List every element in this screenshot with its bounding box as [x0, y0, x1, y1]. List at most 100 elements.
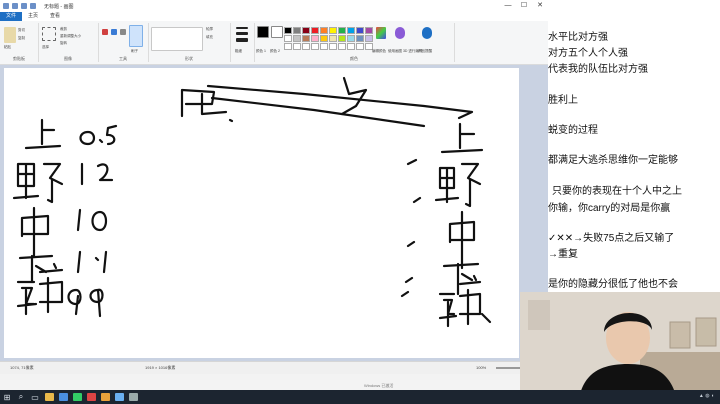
- palette-color[interactable]: [329, 35, 337, 42]
- color1-swatch[interactable]: [257, 26, 269, 38]
- status-bar: 1074, 71像素 1919 × 1016像素 100%: [0, 361, 548, 374]
- activation-notice: Windows 已激活: [364, 383, 394, 388]
- select-icon[interactable]: [42, 27, 56, 41]
- palette-color[interactable]: [365, 35, 373, 42]
- fill-button[interactable]: 填充: [206, 35, 213, 40]
- palette-color[interactable]: [293, 35, 301, 42]
- cut-button[interactable]: 剪切: [18, 28, 25, 33]
- file-menu[interactable]: 文件: [0, 12, 23, 21]
- quick-access-toolbar: [3, 3, 36, 9]
- palette-color[interactable]: [356, 27, 364, 34]
- tab-home[interactable]: 主页: [22, 12, 44, 21]
- system-tray[interactable]: ▲ ◍ ◖: [699, 393, 714, 399]
- start-button[interactable]: ⊞: [0, 390, 14, 404]
- palette-color[interactable]: [329, 43, 337, 50]
- search-icon[interactable]: ⌕: [14, 390, 28, 404]
- top-stroke-mid: [340, 76, 368, 116]
- clipboard-group-label: 剪贴板: [13, 56, 25, 61]
- palette-color[interactable]: [338, 43, 346, 50]
- palette-color[interactable]: [320, 43, 328, 50]
- outline-button[interactable]: 轮廓: [206, 27, 213, 32]
- color2-label: 颜色 2: [270, 49, 280, 53]
- palette-color[interactable]: [356, 43, 364, 50]
- canvas-size: 1919 × 1016像素: [145, 365, 176, 370]
- redo-icon[interactable]: [30, 3, 36, 9]
- paint-taskbar-icon[interactable]: [112, 390, 126, 404]
- copy-button[interactable]: 复制: [18, 36, 25, 41]
- palette-color[interactable]: [311, 27, 319, 34]
- app-icon[interactable]: [98, 390, 112, 404]
- app-icon[interactable]: [70, 390, 84, 404]
- ticks-right: [400, 158, 422, 298]
- palette-color[interactable]: [284, 43, 292, 50]
- minimize-button[interactable]: —: [500, 0, 516, 12]
- paste-icon[interactable]: [4, 27, 16, 43]
- close-button[interactable]: ✕: [532, 0, 548, 12]
- clipboard-group: 粘贴 剪切 复制 剪贴板: [0, 23, 39, 62]
- palette-color[interactable]: [284, 35, 292, 42]
- app-icon[interactable]: [56, 390, 70, 404]
- size-line-medium: [236, 32, 248, 35]
- dot: [228, 118, 234, 123]
- value-1-0: [76, 208, 108, 232]
- pencil-icon[interactable]: [102, 29, 108, 35]
- palette-color[interactable]: [338, 27, 346, 34]
- palette-color[interactable]: [302, 43, 310, 50]
- note-line: 胜利上: [548, 95, 578, 106]
- color-palette[interactable]: [284, 27, 373, 50]
- note-line: 都满足大逃杀思维你一定能够: [548, 155, 678, 166]
- app-icon[interactable]: [126, 390, 140, 404]
- rotate-button[interactable]: 旋转: [60, 41, 67, 46]
- product-alert-icon[interactable]: [422, 27, 432, 39]
- shapes-group: 轮廓 填充 形状: [148, 23, 231, 62]
- crop-button[interactable]: 裁剪: [60, 27, 67, 32]
- palette-color[interactable]: [302, 35, 310, 42]
- palette-color[interactable]: [311, 35, 319, 42]
- brush-icon[interactable]: [129, 25, 143, 47]
- palette-color[interactable]: [338, 35, 346, 42]
- undo-icon[interactable]: [21, 3, 27, 9]
- image-group-label: 图像: [64, 56, 72, 61]
- paint-3d-icon[interactable]: [395, 27, 405, 39]
- product-alert-label: 产品提醒: [418, 49, 432, 53]
- window-controls: — ☐ ✕: [500, 0, 548, 12]
- image-group: 选择 裁剪 重新调整大小 旋转 图像: [38, 23, 99, 62]
- text-icon[interactable]: [120, 29, 126, 35]
- palette-color[interactable]: [347, 35, 355, 42]
- palette-color[interactable]: [356, 35, 364, 42]
- palette-color[interactable]: [302, 27, 310, 34]
- char-ye-left: [12, 162, 64, 204]
- note-line: ✓✕✕→失败75点之后又输了: [548, 233, 675, 244]
- palette-color[interactable]: [284, 27, 292, 34]
- colors-group: 颜色 1 颜色 2 编辑颜色 使用画图 3D 进行编辑 产品提醒 颜色: [254, 23, 455, 62]
- palette-color[interactable]: [320, 35, 328, 42]
- edit-colors-icon[interactable]: [376, 27, 386, 39]
- note-line: 你输，你carry的对局是你赢: [548, 203, 671, 214]
- app-icon[interactable]: [84, 390, 98, 404]
- tab-view[interactable]: 查看: [44, 12, 66, 21]
- size-button[interactable]: 粗细: [235, 49, 242, 54]
- task-view-icon[interactable]: ▭: [28, 390, 42, 404]
- shapes-gallery[interactable]: [151, 27, 203, 51]
- palette-color[interactable]: [347, 27, 355, 34]
- note-line: 是你的隐藏分很低了他也不会: [548, 279, 678, 290]
- char-ye-right: [434, 162, 482, 208]
- menu-bar: 文件 主页 查看: [0, 12, 548, 21]
- palette-color[interactable]: [293, 43, 301, 50]
- color2-swatch[interactable]: [271, 26, 283, 38]
- palette-color[interactable]: [311, 43, 319, 50]
- palette-color[interactable]: [329, 27, 337, 34]
- size-group: 粗细: [230, 23, 255, 62]
- drawing-canvas[interactable]: [4, 68, 519, 358]
- resize-button[interactable]: 重新调整大小: [60, 34, 81, 39]
- palette-color[interactable]: [320, 27, 328, 34]
- maximize-button[interactable]: ☐: [516, 0, 532, 12]
- fill-icon[interactable]: [111, 29, 117, 35]
- save-icon[interactable]: [12, 3, 18, 9]
- palette-color[interactable]: [365, 27, 373, 34]
- file-explorer-icon[interactable]: [42, 390, 56, 404]
- palette-color[interactable]: [347, 43, 355, 50]
- palette-color[interactable]: [293, 27, 301, 34]
- paint-app-icon: [3, 3, 9, 9]
- windows-taskbar: ⊞ ⌕ ▭ ▲ ◍ ◖: [0, 390, 720, 404]
